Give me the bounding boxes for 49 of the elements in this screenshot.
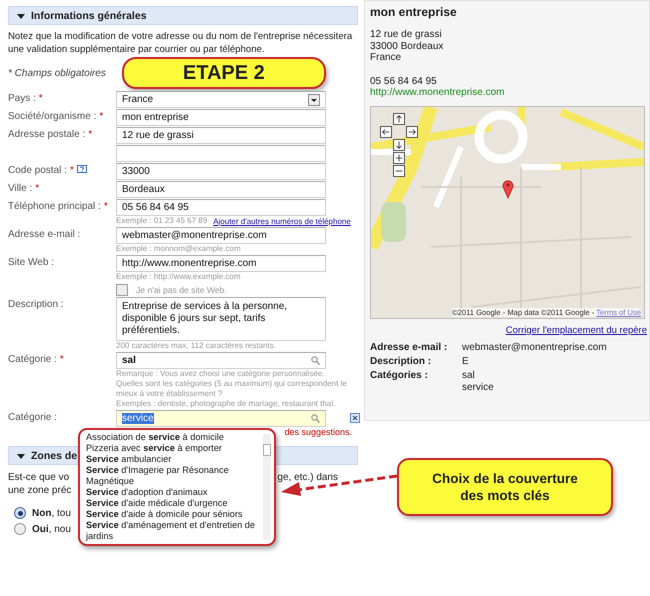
field-label: Code postal : [8,165,67,176]
detail-value: E [462,356,469,368]
error-message: des suggestions. [284,427,352,437]
detail-value: webmaster@monentreprise.com [462,342,607,354]
phone-number: 05 56 84 64 95 [370,76,438,87]
required-mark: * [35,183,40,194]
address-line: 33000 Bordeaux [370,40,444,52]
field-label: Catégorie : [8,354,57,365]
required-mark: * [88,129,92,140]
checkbox-label: Je n'ai pas de site Web. [136,285,227,295]
field-label: Catégorie : [8,412,57,423]
field-label: Société/organisme : [8,111,96,122]
question-text: une zone préc [8,484,72,497]
address-line: 12 rue de grassi [370,29,443,40]
note-callout: Choix de la couverture des mots clés [397,458,613,516]
field-label: Description : [8,299,64,310]
question-text: Est-ce que vo [8,471,70,484]
required-mark: * [38,93,43,104]
business-name: mon entreprise [370,5,458,19]
field-label: Site Web : [8,257,54,268]
detail-label: Catégories : [370,370,429,383]
radio-label: Oui, nou [32,524,71,534]
required-mark: * [60,354,64,365]
field-hint: Exemple : 01 23 45 67 89 [116,216,208,226]
field-label: Adresse postale : [8,129,86,140]
question-text: ge, etc.) dans [277,471,338,484]
detail-value: service [462,382,494,394]
website-url: http://www.monentreprise.com [370,87,506,98]
radio-label: Non, tou [32,508,71,518]
address-line: France [370,52,402,64]
category-note: Quelles sont les catégories (5 au maximum) qui correspondent le mieux à votre établissement ? [116,379,348,399]
category-note: Remarque : Vous avez choisi une catégorie personnalisée. [116,369,326,379]
field-label: Téléphone principal : [8,201,101,212]
field-label: Ville : [8,183,32,194]
field-hint: Exemple : monnom@example.com [116,244,241,254]
field-hint: 200 caractères max, 112 caractères restants. [116,341,276,351]
field-label: Adresse e-mail : [8,229,80,240]
field-label: Pays : [8,93,36,104]
required-mark: * [70,165,74,176]
required-mark: * [99,111,104,122]
notice-text: Notez que la modification de votre adresse ou du nom de l'entreprise nécessitera une validation supplémentaire par courrier ou par téléphone. [8,30,354,56]
required-note: * Champs obligatoires [8,68,106,78]
category-note: Exemples : dentiste, photographe de mariage, restaurant thaï. [116,399,337,409]
detail-label: Description : [370,356,432,368]
required-mark: * [104,201,108,212]
detail-label: Adresse e-mail : [370,342,448,354]
step-callout: ETAPE 2 [122,57,326,89]
field-hint: Exemple : http://www.example.com [116,272,240,282]
detail-value: sal [462,370,476,382]
